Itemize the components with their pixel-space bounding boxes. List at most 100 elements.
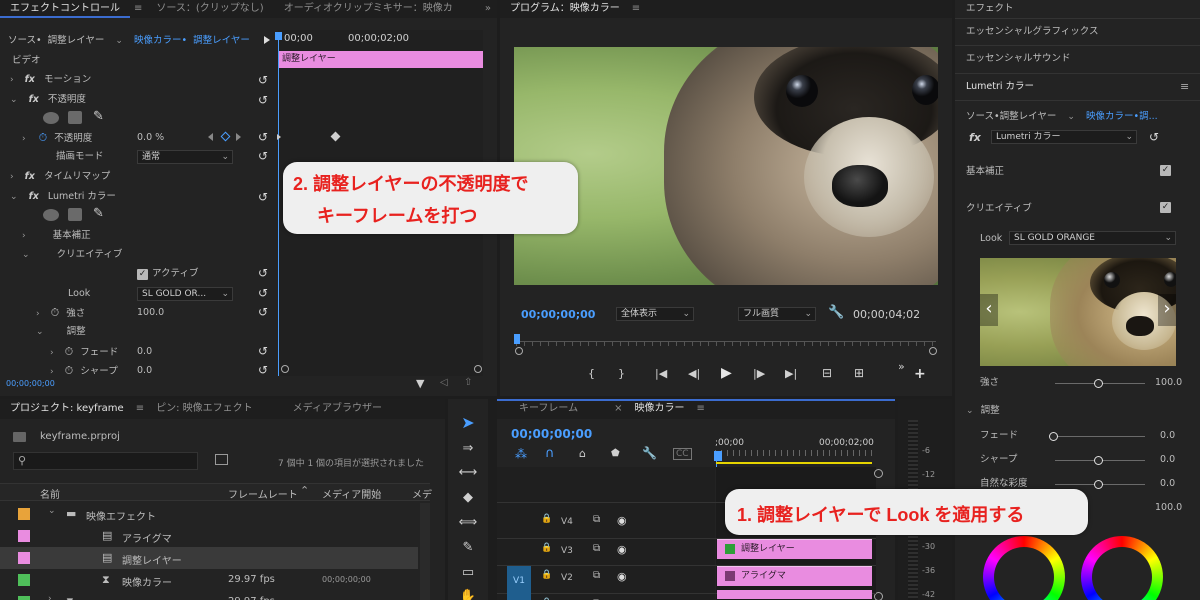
ec-clip-bar[interactable]: 調整レイヤー (279, 51, 483, 68)
label-color-swatch[interactable] (18, 530, 30, 542)
chevron-left-icon[interactable]: ‹ (980, 294, 998, 326)
reset-icon[interactable]: ↺ (258, 150, 270, 162)
ripple-edit-tool-icon[interactable]: ⟷ (458, 464, 478, 482)
project-scrollbar[interactable] (420, 503, 430, 600)
sharp-slider-knob[interactable] (1094, 456, 1103, 465)
reset-icon[interactable]: ↺ (258, 131, 270, 143)
right-item-essential-sound[interactable]: エッセンシャルサウンド (966, 50, 1071, 68)
work-area-bar[interactable] (716, 462, 872, 464)
prev-keyframe-icon[interactable] (208, 133, 213, 141)
go-to-in-icon[interactable]: |◀ (655, 367, 667, 380)
ec-scroll-knob-right[interactable] (474, 365, 482, 373)
tab-sequence-color[interactable]: 映像カラー (625, 400, 695, 418)
project-row[interactable]: › ⧗ キーフレーム 29.97 fps (0, 591, 418, 600)
lumetri-title[interactable]: Lumetri カラー (966, 78, 1034, 96)
play-icon[interactable]: ▶ (721, 365, 732, 381)
tab-project[interactable]: プロジェクト: keyframe (0, 400, 134, 418)
reset-icon[interactable]: ↺ (258, 74, 270, 86)
tab-menu-icon[interactable]: ≡ (130, 0, 146, 18)
project-search-box[interactable]: ⚲ (13, 452, 198, 470)
right-item-effects[interactable]: エフェクト (966, 0, 1014, 18)
tab-media-browser[interactable]: メディアブラウザー (283, 400, 392, 418)
sort-up-icon[interactable]: ⌃ (300, 484, 309, 497)
chevron-down-icon[interactable]: ⌄ (1067, 112, 1075, 122)
program-scrubber[interactable] (516, 341, 936, 351)
step-forward-icon[interactable]: |▶ (753, 367, 765, 380)
ec-seq-name[interactable]: 調整レイヤー (193, 35, 250, 46)
add-marker-menu-icon[interactable]: ⌂ (579, 447, 586, 460)
tab-bin[interactable]: ピン: 映像エフェクト (146, 400, 263, 418)
vibrance-slider-knob[interactable] (1094, 480, 1103, 489)
chevron-right-icon[interactable]: › (22, 134, 26, 144)
label-color-swatch[interactable] (18, 508, 30, 520)
project-row[interactable]: ⧗ 映像カラー 29.97 fps 00;00;00;00 (0, 569, 418, 591)
basic-correction-row[interactable]: › 基本補正 (22, 227, 91, 245)
col-media-start[interactable]: メディア開始 (322, 486, 381, 501)
ec-scroll-knob-left[interactable] (281, 365, 289, 373)
timeline-timecode[interactable]: 00;00;00;00 (511, 427, 592, 441)
lumetri-vibrance-value[interactable]: 0.0 (1160, 475, 1175, 493)
fx-timeremap-row[interactable]: › fx タイムリマップ (10, 168, 110, 186)
close-icon[interactable]: × (612, 400, 624, 418)
tab-sequence-keyframe[interactable]: キーフレーム (497, 400, 588, 418)
chevron-right-icon[interactable]: › (10, 172, 14, 182)
col-media[interactable]: メデ (412, 486, 432, 501)
lock-icon[interactable]: 🔒 (541, 570, 552, 580)
lumetri-seq-label[interactable]: 映像カラー•調... (1086, 111, 1158, 122)
ec-playhead[interactable] (278, 32, 279, 377)
track-name[interactable]: V3 (561, 546, 573, 556)
col-name[interactable]: 名前 (40, 486, 60, 501)
scroll-knob-left[interactable] (515, 347, 523, 355)
look-preview-thumbnail[interactable]: ‹ › (980, 258, 1176, 366)
fade-value[interactable]: 0.0 (137, 343, 152, 361)
reset-icon[interactable]: ↺ (258, 191, 270, 203)
filter-icon[interactable]: ▼ (416, 377, 424, 390)
scroll-knob-right[interactable] (929, 347, 937, 355)
adjust-row[interactable]: ⌄ 調整 (36, 323, 86, 341)
rect-mask-icon[interactable] (68, 111, 82, 124)
tab-menu-icon[interactable]: ≡ (695, 400, 707, 418)
tab-menu-icon[interactable]: ≡ (630, 0, 642, 18)
track-name[interactable]: V4 (561, 517, 573, 527)
ec-timecode[interactable]: 00;00;00;00 (6, 379, 55, 388)
reset-icon[interactable]: ↺ (258, 94, 270, 106)
chevron-down-icon[interactable]: ⌄ (10, 95, 18, 105)
panel-menu-icon[interactable]: ≡ (1180, 80, 1189, 93)
lumetri-sharp-value[interactable]: 0.0 (1160, 451, 1175, 469)
chevron-down-icon[interactable]: ⌄ (966, 406, 974, 416)
export-icon[interactable]: ⇧ (464, 377, 472, 388)
ec-playhead-handle[interactable] (275, 32, 282, 40)
play-only-icon[interactable] (264, 36, 270, 44)
new-search-bin-icon[interactable] (215, 454, 228, 465)
more-buttons-icon[interactable]: » (898, 360, 905, 373)
lumetri-intensity-value[interactable]: 100.0 (1155, 374, 1182, 392)
mark-out-icon[interactable]: } (618, 367, 625, 380)
lumetri-saturation-value[interactable]: 100.0 (1155, 499, 1182, 517)
active-checkbox[interactable]: ✓ (137, 269, 148, 280)
rectangle-tool-icon[interactable]: ▭ (458, 564, 478, 582)
label-color-swatch[interactable] (18, 552, 30, 564)
marker-icon[interactable]: ⬟ (611, 448, 620, 459)
tab-effect-controls[interactable]: エフェクトコントロール (0, 0, 130, 18)
reset-icon[interactable]: ↺ (258, 306, 270, 318)
fit-dropdown[interactable]: 全体表示 ⌄ (616, 307, 694, 321)
chevron-right-icon[interactable]: › (22, 231, 26, 241)
chevron-down-icon[interactable]: ⌄ (48, 506, 56, 516)
tab-audio-clip-mixer[interactable]: オーディオクリップミキサー：映像カ (274, 0, 463, 18)
timeline-scroll-knob-top[interactable] (874, 469, 883, 478)
pen-mask-icon[interactable]: ✎ (93, 206, 104, 221)
program-playhead[interactable] (514, 334, 520, 344)
source-patch-v1[interactable]: V1 (507, 566, 531, 600)
fx-lumetri-row[interactable]: ⌄ fx Lumetri カラー (10, 188, 116, 206)
play-audio-icon[interactable]: ◁ (440, 377, 448, 388)
ellipse-mask-icon[interactable] (43, 209, 59, 221)
captions-icon[interactable]: CC (673, 448, 692, 460)
chevron-down-icon[interactable]: ⌄ (36, 327, 44, 337)
lock-icon[interactable]: 🔒 (541, 543, 552, 553)
col-fps[interactable]: フレームレート (228, 486, 298, 501)
chevron-right-icon[interactable]: › (10, 75, 14, 85)
next-keyframe-icon[interactable] (236, 133, 241, 141)
more-tabs-icon[interactable]: » (479, 0, 497, 18)
reset-icon[interactable]: ↺ (1149, 131, 1161, 143)
stopwatch-icon[interactable]: ⏱ (65, 364, 74, 374)
